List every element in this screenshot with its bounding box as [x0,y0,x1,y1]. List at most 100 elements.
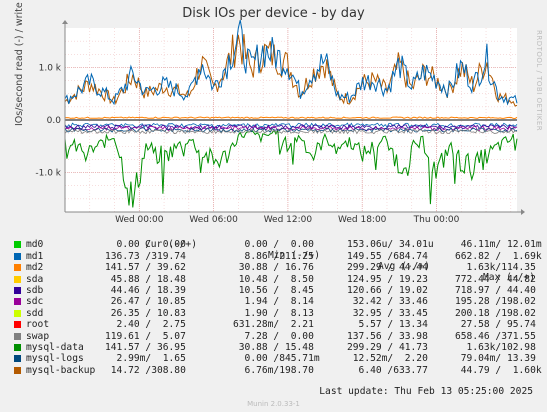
legend-max: 44.79 / 1.60k [455,364,542,376]
legend-cur: 141.57 / 39.62 [105,262,186,274]
x-tick-label: Wed 00:00 [115,215,164,225]
x-tick-label: Wed 18:00 [338,215,387,225]
legend-swatch [14,355,21,363]
legend-min: 0.00 / 0.00 [233,239,314,251]
y-tick-label: 0.0 [47,116,62,126]
legend-row-sda: sda 45.88 / 18.48 10.48 / 8.50 124.95 / 1… [14,274,539,285]
legend-cur: 2.40 / 2.75 [105,319,186,331]
legend-min: 6.76m/198.70 [233,364,314,376]
legend-name: md2 [26,262,44,274]
legend-cur: 14.72 /308.80 [105,364,186,376]
legend-name: root [26,319,50,331]
legend-swatch [14,309,21,317]
legend-swatch [14,366,21,374]
legend-avg: 124.95 / 19.23 [347,273,428,285]
legend-min: 1.94 / 8.14 [233,296,314,308]
legend-name: md0 [26,239,44,251]
legend-max: 658.46 /371.55 [455,330,536,342]
legend-swatch [14,241,21,249]
legend-table: Cur (-/+) Min (-/+) Avg (-/+) Max (-/+) … [14,228,542,376]
y-axis-arrow [62,20,68,24]
x-axis-arrow [521,209,525,215]
legend-avg: 120.66 / 19.02 [347,284,428,296]
legend-avg: 299.29 / 44.44 [347,262,428,274]
y-tick-label: -1.0 k [35,169,61,179]
legend-max: 200.18 /198.02 [455,307,536,319]
legend-cur: 2.99m/ 1.65 [105,353,186,365]
legend-row-mysql-backup: mysql-backup 14.72 /308.80 6.76m/198.70 … [14,364,542,376]
legend-min: 0.00 /845.71m [233,353,320,365]
legend-name: sdc [26,296,44,308]
legend-swatch [14,298,21,306]
legend-row-sdd: sdd 26.35 / 10.83 1.90 / 8.13 32.95 / 33… [14,308,539,319]
legend-avg: 137.56 / 33.98 [347,330,428,342]
legend-cur: 45.88 / 18.48 [105,273,186,285]
legend-max: 1.63k/114.35 [455,262,536,274]
legend-avg: 32.95 / 33.45 [347,307,428,319]
legend-name: sda [26,273,44,285]
last-update: Last update: Thu Feb 13 05:25:00 2025 [319,386,533,397]
legend-min: 10.56 / 8.45 [233,284,314,296]
legend-swatch [14,286,21,294]
legend-min: 7.28 / 0.00 [233,330,314,342]
legend-min: 8.86 /211.25 [233,250,314,262]
legend-cur: 119.61 / 5.07 [105,330,186,342]
legend-row-md2: md2 141.57 / 39.62 30.88 / 16.76 299.29 / … [14,262,539,273]
legend-row-sdc: sdc 26.47 / 10.85 1.94 / 8.14 32.42 / 33… [14,296,539,307]
legend-name: sdb [26,284,44,296]
legend-name: sdd [26,307,44,319]
legend-swatch [14,264,21,272]
graph-frame: Disk IOs per device - by day Wed 00:00 We… [0,0,547,412]
legend-max: 718.97 / 44.40 [455,284,536,296]
legend-max: 46.11m/ 12.01m [455,239,542,251]
legend-name: swap [26,330,50,342]
legend-swatch [14,321,21,329]
legend-max: 662.82 / 1.69k [455,250,542,262]
legend-row-md1: md1 136.73 /319.74 8.86 /211.25 149.55 /68… [14,250,542,262]
legend-avg: 5.57 / 13.34 [347,319,428,331]
legend-min: 1.90 / 8.13 [233,307,314,319]
legend-name: mysql-data [26,341,84,353]
legend-cur: 141.57 / 36.95 [105,341,186,353]
legend-min: 30.88 / 16.76 [233,262,314,274]
legend-name: md1 [26,250,44,262]
legend-header: Cur (-/+) Min (-/+) Avg (-/+) Max (-/+) [14,228,539,283]
legend-row-mysql-logs: mysql-logs 2.99m/ 1.65 0.00 /845.71m 12.… [14,353,539,364]
legend-row-md0: md0 0.00 / 0.00 0.00 / 0.00 153.06u/ 34.0… [14,239,542,251]
legend-max: 1.63k/102.98 [455,341,536,353]
legend-max: 79.04m/ 13.39 [455,353,536,365]
legend-avg: 32.42 / 33.46 [347,296,428,308]
y-axis-label: IOs/second read (-) / write (+) [14,0,25,126]
legend-cur: 136.73 /319.74 [105,250,186,262]
legend-max: 195.28 /198.02 [455,296,536,308]
legend-swatch [14,343,21,351]
legend-avg: 149.55 /684.74 [347,250,428,262]
legend-row-root: root 2.40 / 2.75 631.28m/ 2.21 5.57 / 13.… [14,319,539,330]
legend-avg: 6.40 /633.77 [347,364,428,376]
rrdtool-watermark: RRDTOOL / TOBI OETIKER [535,30,543,132]
x-tick-label: Wed 12:00 [264,215,313,225]
legend-rows: md0 0.00 / 0.00 0.00 / 0.00 153.06u/ 34.0… [14,239,542,376]
legend-cur: 26.47 / 10.85 [105,296,186,308]
legend-cur: 26.35 / 10.83 [105,307,186,319]
legend-swatch [14,252,21,260]
munin-credit: Munin 2.0.33-1 [247,400,300,408]
legend-cur: 44.46 / 18.39 [105,284,186,296]
legend-name: mysql-backup [26,364,96,376]
legend-avg: 299.29 / 41.73 [347,341,428,353]
legend-cur: 0.00 / 0.00 [105,239,186,251]
legend-row-sdb: sdb 44.46 / 18.39 10.56 / 8.45 120.66 / 1… [14,285,539,296]
x-tick-label: Thu 00:00 [413,215,460,225]
legend-swatch [14,332,21,340]
legend-row-swap: swap 119.61 / 5.07 7.28 / 0.00 137.56 / 33… [14,331,539,342]
legend-max: 772.44 / 44.82 [455,273,536,285]
x-tick-label: Wed 06:00 [189,215,238,225]
legend-min: 10.48 / 8.50 [233,273,314,285]
legend-min: 30.88 / 15.48 [233,341,314,353]
legend-name: mysql-logs [26,353,84,365]
legend-min: 631.28m/ 2.21 [233,319,314,331]
legend-row-mysql-data: mysql-data 141.57 / 36.95 30.88 / 15.48 29… [14,342,539,353]
legend-avg: 12.52m/ 2.20 [347,353,428,365]
y-tick-label: 1.0 k [39,63,62,73]
legend-max: 27.58 / 95.74 [455,319,536,331]
